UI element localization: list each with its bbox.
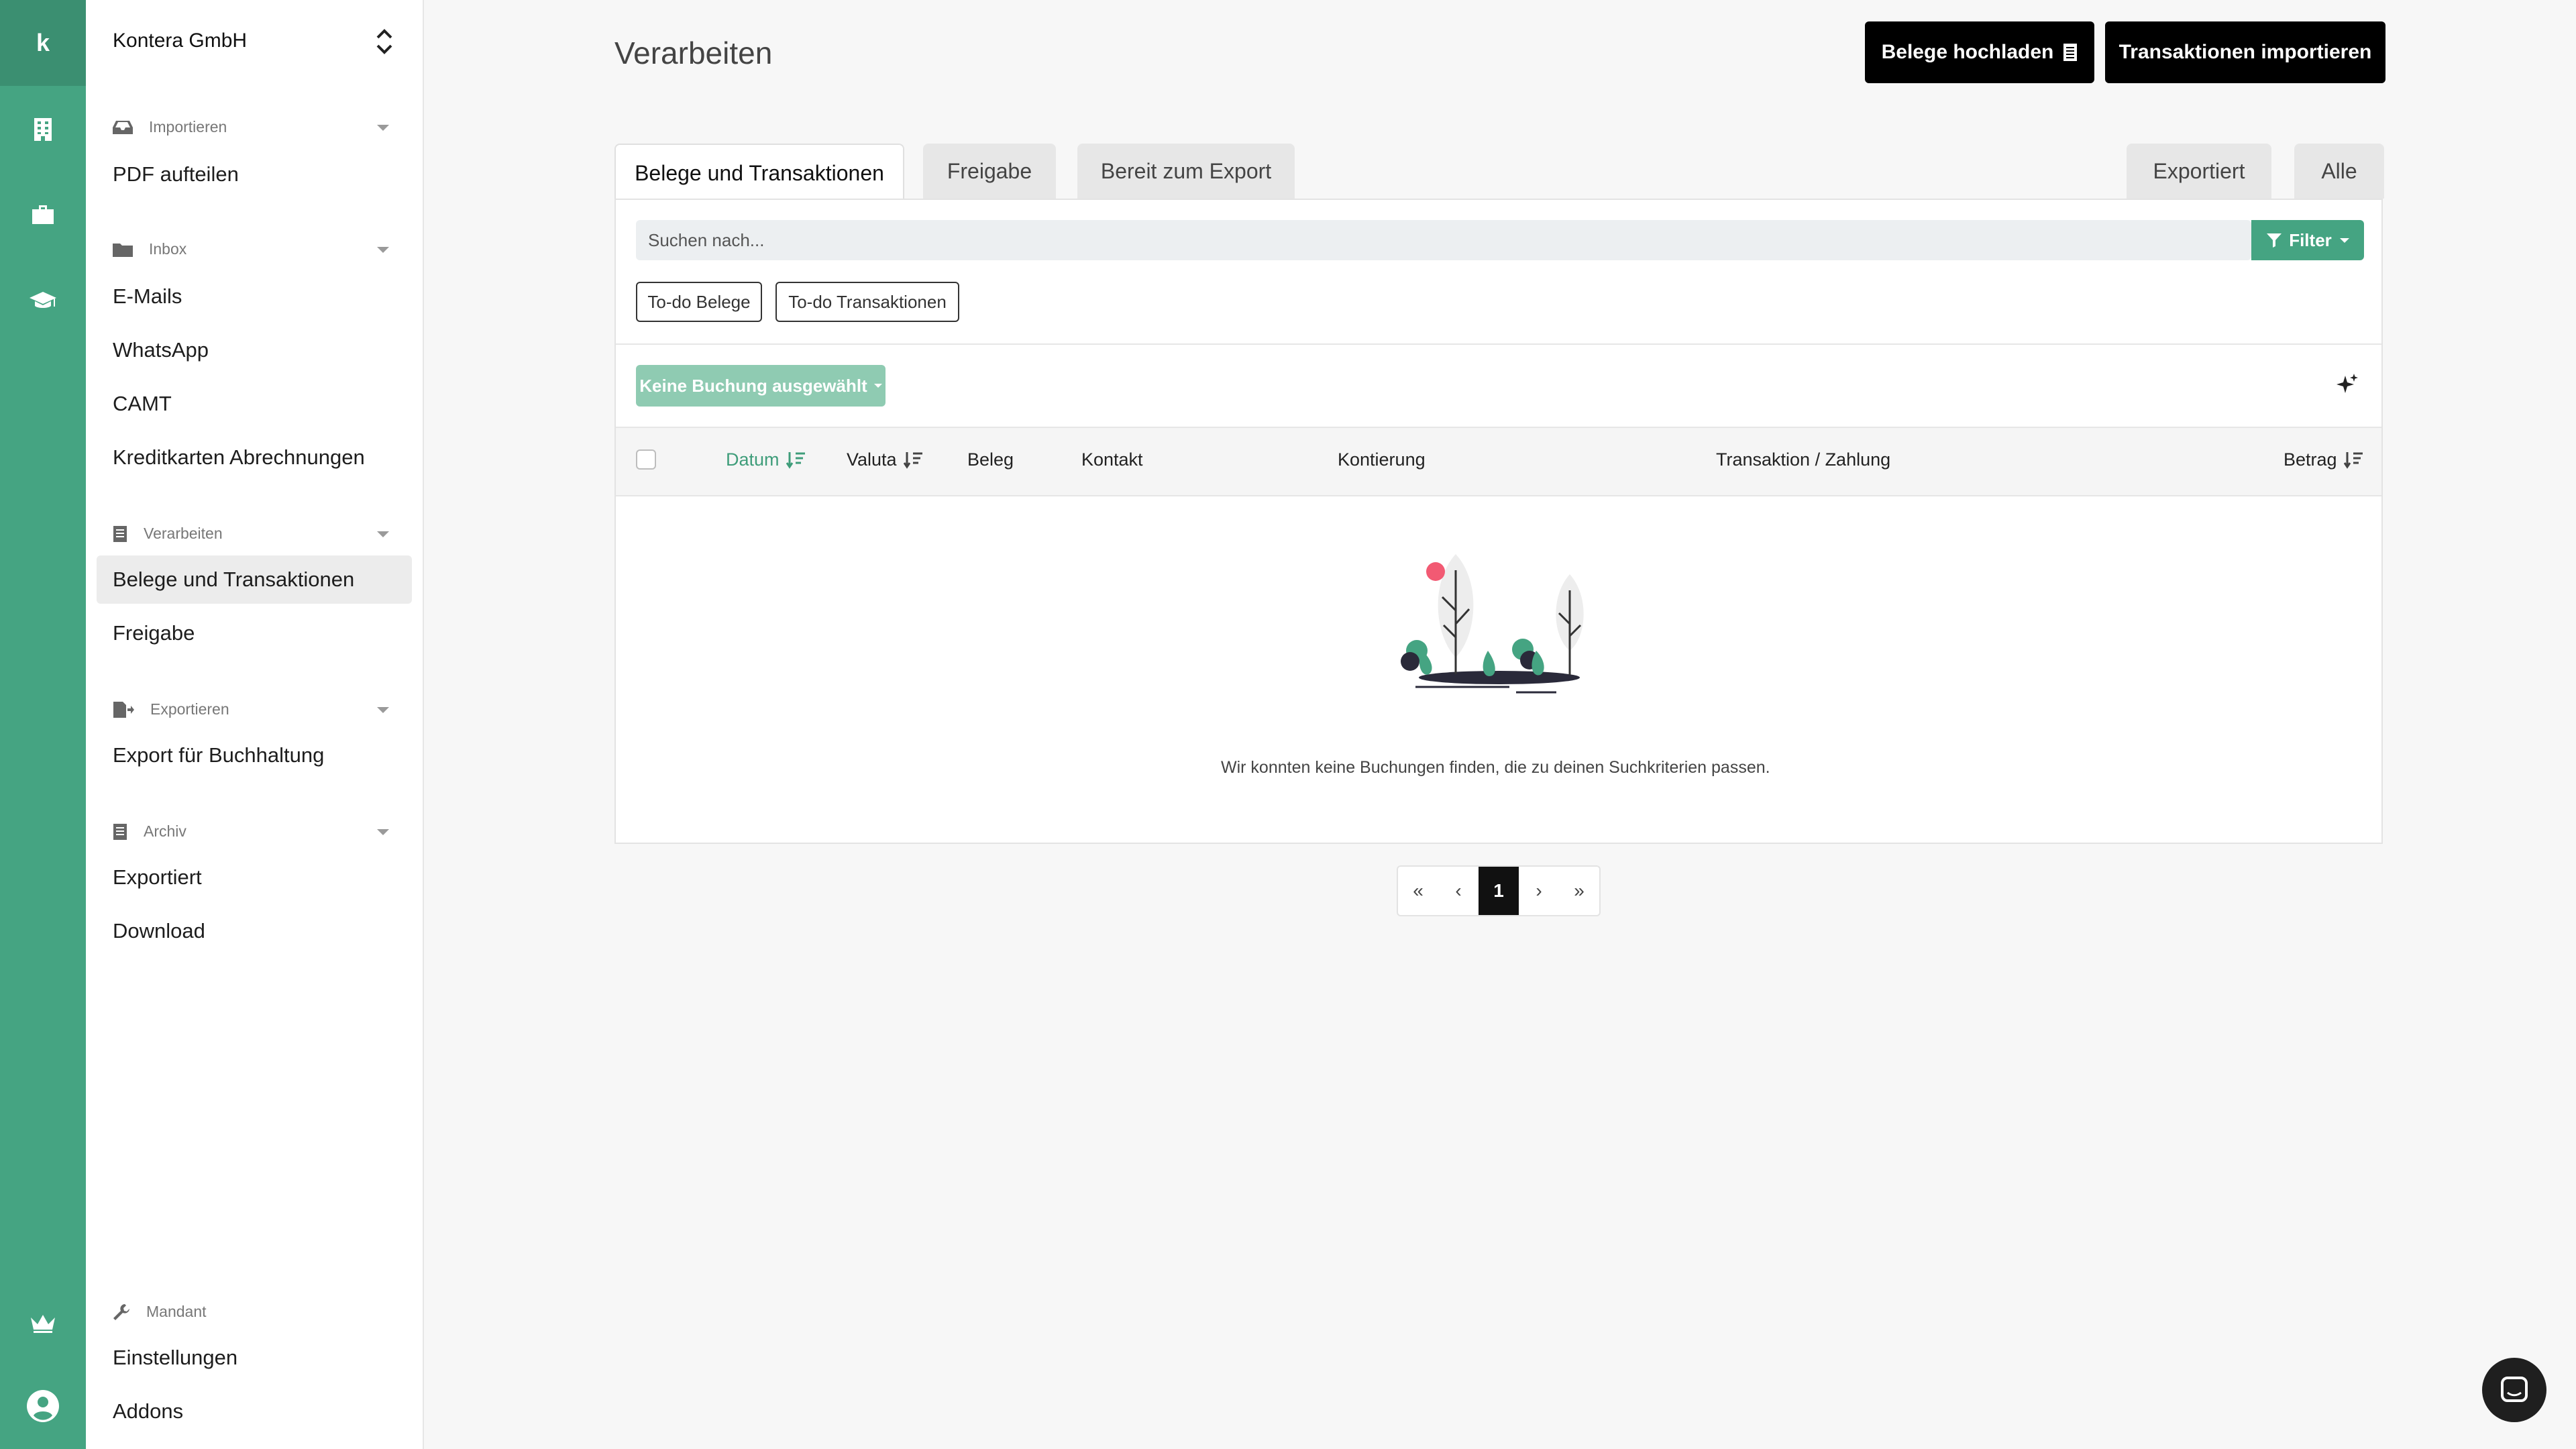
sort-icon — [2343, 451, 2363, 469]
tab-freigabe[interactable]: Freigabe — [923, 144, 1056, 199]
sidebar-item-freigabe[interactable]: Freigabe — [113, 621, 195, 645]
section-title: Mandant — [146, 1303, 207, 1320]
page-first-button[interactable]: « — [1398, 867, 1438, 915]
section-title: Verarbeiten — [144, 525, 223, 542]
export-file-icon — [113, 701, 134, 718]
column-kontakt[interactable]: Kontakt — [1081, 449, 1143, 470]
building-icon[interactable] — [0, 107, 86, 150]
page-prev-button[interactable]: ‹ — [1438, 867, 1479, 915]
funnel-icon — [2267, 233, 2282, 248]
page-current[interactable]: 1 — [1479, 867, 1519, 915]
section-title: Inbox — [149, 240, 187, 258]
filter-label: Filter — [2289, 229, 2332, 250]
column-betrag[interactable]: Betrag — [2284, 449, 2364, 470]
section-inbox[interactable]: Inbox — [113, 240, 186, 258]
section-exportieren[interactable]: Exportieren — [113, 700, 229, 718]
pagination: « ‹ 1 › » — [1397, 865, 1601, 916]
section-title: Importieren — [149, 118, 227, 136]
divider — [616, 343, 2381, 345]
crown-icon[interactable] — [0, 1301, 86, 1344]
tab-belege-transaktionen[interactable]: Belege und Transaktionen — [614, 144, 904, 201]
upload-receipts-button[interactable]: Belege hochladen — [1865, 21, 2094, 83]
tab-bereit-zum-export[interactable]: Bereit zum Export — [1077, 144, 1295, 199]
sidebar-item-pdf-aufteilen[interactable]: PDF aufteilen — [113, 162, 239, 186]
sidebar-item-camt[interactable]: CAMT — [113, 392, 172, 416]
receipt-icon — [113, 525, 127, 542]
column-transaktion-zahlung[interactable]: Transaktion / Zahlung — [1716, 449, 1890, 470]
chip-todo-transaktionen[interactable]: To-do Transaktionen — [775, 282, 959, 322]
tab-alle[interactable]: Alle — [2294, 144, 2384, 199]
sidebar-item-kreditkarten[interactable]: Kreditkarten Abrechnungen — [113, 445, 365, 470]
sort-icon — [903, 451, 922, 469]
page-last-button[interactable]: » — [1559, 867, 1599, 915]
section-verarbeiten[interactable]: Verarbeiten — [113, 525, 223, 543]
sidebar-item-whatsapp[interactable]: WhatsApp — [113, 338, 209, 362]
column-valuta[interactable]: Valuta — [847, 449, 924, 470]
wrench-icon — [113, 1303, 129, 1320]
column-kontierung[interactable]: Kontierung — [1338, 449, 1426, 470]
section-importieren[interactable]: Importieren — [113, 118, 227, 136]
page-title: Verarbeiten — [614, 36, 773, 70]
user-circle-icon[interactable] — [0, 1385, 86, 1428]
sidebar-item-exportiert[interactable]: Exportiert — [113, 865, 202, 890]
column-label: Datum — [726, 449, 780, 470]
sidebar-item-belege-transaktionen[interactable]: Belege und Transaktionen — [113, 568, 354, 592]
sidebar-item-export-buchhaltung[interactable]: Export für Buchhaltung — [113, 743, 324, 767]
chip-todo-belege[interactable]: To-do Belege — [636, 282, 762, 322]
sidebar-item-einstellungen[interactable]: Einstellungen — [113, 1346, 237, 1370]
caret-down-icon — [2339, 237, 2349, 243]
import-transactions-button[interactable]: Transaktionen importieren — [2105, 21, 2385, 83]
sparkle-icon[interactable] — [2336, 373, 2359, 399]
section-mandant: Mandant — [113, 1303, 207, 1321]
company-switch-icon[interactable] — [374, 27, 394, 56]
bulk-action-dropdown[interactable]: Keine Buchung ausgewählt — [636, 365, 885, 407]
column-label: Valuta — [847, 449, 897, 470]
column-beleg[interactable]: Beleg — [967, 449, 1014, 470]
sidebar-item-download[interactable]: Download — [113, 919, 205, 943]
bulk-action-label: Keine Buchung ausgewählt — [639, 375, 867, 396]
upload-receipts-label: Belege hochladen — [1881, 41, 2054, 63]
left-rail: k — [0, 0, 86, 1449]
caret-down-icon — [873, 384, 882, 388]
graduation-cap-icon[interactable] — [0, 279, 86, 322]
chevron-down-icon[interactable] — [377, 829, 389, 835]
section-archiv[interactable]: Archiv — [113, 822, 186, 841]
chevron-down-icon[interactable] — [377, 125, 389, 131]
column-datum[interactable]: Datum — [726, 449, 806, 470]
sidebar-item-addons[interactable]: Addons — [113, 1399, 183, 1424]
sidebar: Kontera GmbH Importieren PDF aufteilen I… — [86, 0, 424, 1449]
empty-state-message: Wir konnten keine Buchungen finden, die … — [1221, 758, 1770, 777]
chevron-down-icon[interactable] — [377, 531, 389, 537]
sort-icon — [786, 451, 805, 469]
archive-icon — [113, 823, 127, 840]
search-input[interactable]: Suchen nach... — [636, 220, 2251, 260]
briefcase-icon[interactable] — [0, 193, 86, 236]
column-label: Betrag — [2284, 449, 2337, 470]
chat-launcher-button[interactable] — [2482, 1358, 2546, 1422]
chat-icon — [2501, 1377, 2528, 1402]
tab-exportiert[interactable]: Exportiert — [2127, 144, 2271, 199]
page-next-button[interactable]: › — [1519, 867, 1559, 915]
brand-logo[interactable]: k — [0, 0, 86, 86]
empty-state-illustration — [1401, 554, 1584, 694]
select-all-checkbox[interactable] — [636, 449, 656, 470]
folder-icon — [113, 243, 133, 257]
sidebar-item-e-mails[interactable]: E-Mails — [113, 284, 182, 309]
section-title: Exportieren — [150, 700, 229, 718]
filter-button[interactable]: Filter — [2251, 220, 2364, 260]
company-name[interactable]: Kontera GmbH — [113, 30, 247, 52]
chevron-down-icon[interactable] — [377, 247, 389, 253]
receipt-icon — [2063, 44, 2078, 61]
inbox-tray-icon — [113, 120, 133, 134]
chevron-down-icon[interactable] — [377, 707, 389, 713]
section-title: Archiv — [144, 822, 186, 840]
